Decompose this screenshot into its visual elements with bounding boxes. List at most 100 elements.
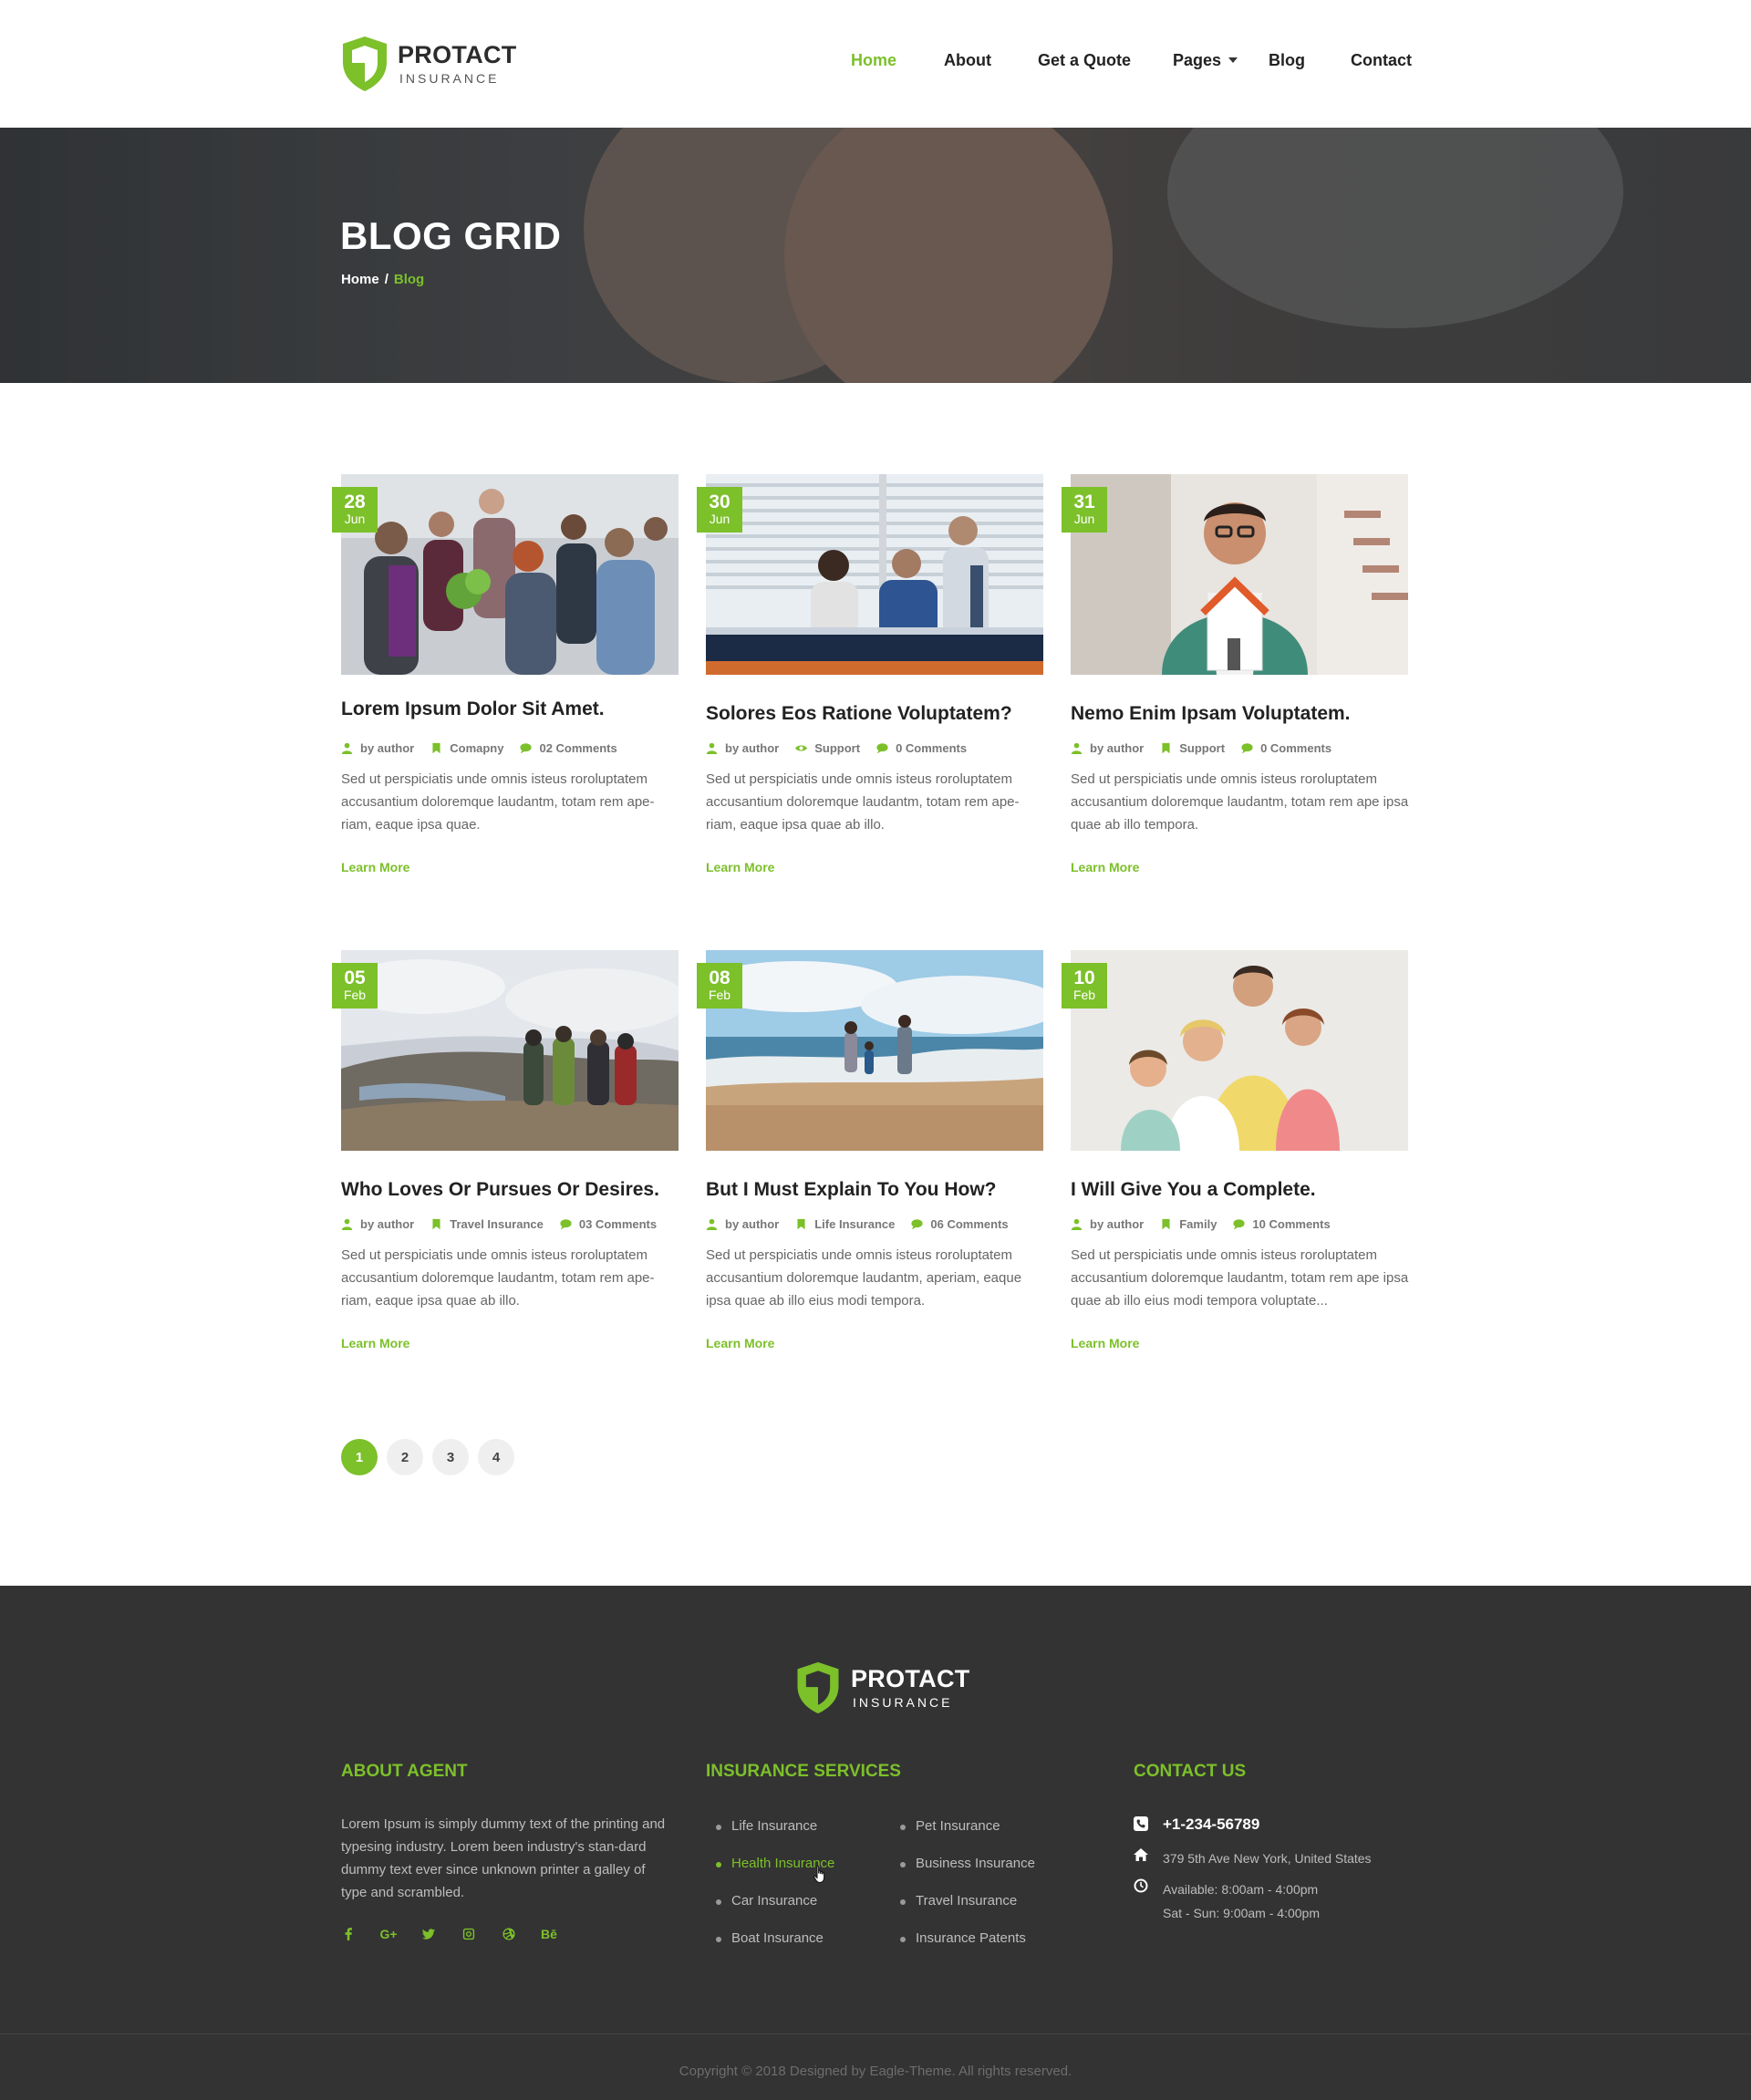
main-nav: Home About Get a Quote Pages Blog Contac… — [0, 51, 1751, 73]
meta-comments-label: 03 Comments — [578, 1217, 658, 1231]
date-day: 31 — [1073, 491, 1095, 512]
meta-author[interactable]: by author — [341, 741, 414, 755]
footer-logo[interactable]: PROTACT INSURANCE — [794, 1660, 970, 1715]
page-button-3[interactable]: 3 — [432, 1439, 469, 1475]
page-button-4[interactable]: 4 — [478, 1439, 514, 1475]
shield-logo-icon — [797, 1661, 839, 1714]
meta-comments[interactable]: 0 Comments — [876, 741, 967, 755]
blog-card-excerpt: Sed ut perspiciatis unde omnis isteus ro… — [341, 1247, 655, 1309]
learn-more-link[interactable]: Learn More — [706, 860, 774, 874]
meta-category[interactable]: Travel Insurance — [430, 1217, 544, 1231]
meta-comments-label: 10 Comments — [1252, 1217, 1331, 1231]
instagram-icon[interactable] — [461, 1927, 476, 1941]
meta-author[interactable]: by author — [1071, 741, 1144, 755]
breadcrumb-home-link[interactable]: Home — [341, 272, 379, 287]
clock-icon — [1134, 1878, 1148, 1893]
service-link-pet-insurance[interactable]: Pet Insurance — [900, 1818, 1000, 1834]
meta-comments-label: 02 Comments — [539, 741, 617, 755]
blog-card-image[interactable] — [341, 474, 679, 675]
home-icon — [1134, 1848, 1148, 1861]
meta-comments-label: 0 Comments — [1260, 741, 1332, 755]
page-button-1[interactable]: 1 — [341, 1439, 378, 1475]
meta-category[interactable]: Life Insurance — [795, 1217, 895, 1231]
blog-card-meta: by author Travel Insurance 03 Comments — [341, 1217, 688, 1231]
date-day: 28 — [344, 491, 366, 512]
blog-card-title[interactable]: I Will Give You a Complete. — [1071, 1179, 1417, 1201]
nav-item-contact[interactable]: Contact — [1351, 51, 1412, 70]
meta-category[interactable]: Support — [1160, 741, 1225, 755]
meta-author[interactable]: by author — [341, 1217, 414, 1231]
learn-more-link[interactable]: Learn More — [1071, 860, 1139, 874]
meta-category-label: Support — [814, 741, 861, 755]
user-icon — [706, 742, 718, 754]
learn-more-link[interactable]: Learn More — [706, 1336, 774, 1350]
nav-item-home[interactable]: Home — [851, 51, 896, 70]
nav-item-pages-label: Pages — [1173, 51, 1222, 69]
bookmark-icon — [797, 1218, 805, 1230]
comment-icon — [560, 1219, 572, 1230]
date-day: 08 — [709, 967, 730, 988]
blog-card-excerpt: Sed ut perspiciatis unde omnis isteus ro… — [1071, 771, 1409, 833]
meta-author[interactable]: by author — [706, 1217, 779, 1231]
contact-phone[interactable]: +1-234-56789 — [1134, 1816, 1259, 1834]
behance-icon[interactable]: Bē — [541, 1927, 557, 1941]
google-plus-icon[interactable]: G+ — [379, 1927, 397, 1941]
blog-card-title[interactable]: Solores Eos Ratione Voluptatem? — [706, 703, 1052, 725]
contact-hours: Available: 8:00am - 4:00pm Sat - Sun: 9:… — [1134, 1878, 1320, 1925]
brand-tagline: INSURANCE — [399, 71, 500, 86]
nav-item-get-a-quote[interactable]: Get a Quote — [1038, 51, 1131, 70]
service-link-business-insurance[interactable]: Business Insurance — [900, 1856, 1035, 1871]
service-link-life-insurance[interactable]: Life Insurance — [715, 1818, 817, 1834]
learn-more-link[interactable]: Learn More — [341, 1336, 409, 1350]
service-link-insurance-patents[interactable]: Insurance Patents — [900, 1930, 1026, 1946]
footer-divider — [0, 2033, 1751, 2034]
meta-author-label: by author — [360, 1217, 415, 1231]
twitter-icon[interactable] — [421, 1927, 436, 1941]
page-button-2[interactable]: 2 — [387, 1439, 423, 1475]
eye-icon — [795, 745, 808, 751]
blog-card-title[interactable]: Nemo Enim Ipsam Voluptatem. — [1071, 703, 1417, 725]
meta-author-label: by author — [360, 741, 415, 755]
page-title: BLOG GRID — [340, 214, 562, 257]
blog-card-title[interactable]: Who Loves Or Pursues Or Desires. — [341, 1179, 688, 1201]
meta-category[interactable]: Comapny — [430, 741, 503, 755]
breadcrumb-separator: / — [384, 272, 389, 287]
meta-comments[interactable]: 02 Comments — [520, 741, 617, 755]
blog-card-title[interactable]: Lorem Ipsum Dolor Sit Amet. — [341, 698, 688, 720]
blog-card-image[interactable] — [706, 950, 1043, 1151]
dribbble-icon[interactable] — [502, 1927, 516, 1941]
contact-heading: CONTACT US — [1134, 1762, 1247, 1781]
blog-card-excerpt: Sed ut perspiciatis unde omnis isteus ro… — [706, 771, 1020, 833]
blog-card-image[interactable] — [1071, 474, 1408, 675]
footer-brand-name: PROTACT — [851, 1665, 970, 1692]
blog-card-title[interactable]: But I Must Explain To You How? — [706, 1179, 1052, 1201]
meta-comments[interactable]: 06 Comments — [911, 1217, 1009, 1231]
nav-item-blog[interactable]: Blog — [1269, 51, 1305, 70]
footer-brand-tagline: INSURANCE — [853, 1695, 953, 1710]
service-link-travel-insurance[interactable]: Travel Insurance — [899, 1893, 1017, 1909]
meta-author[interactable]: by author — [1071, 1217, 1144, 1231]
service-link-car-insurance[interactable]: Car Insurance — [715, 1893, 817, 1909]
nav-item-about[interactable]: About — [944, 51, 991, 70]
learn-more-link[interactable]: Learn More — [341, 860, 409, 874]
phone-icon — [1134, 1816, 1148, 1831]
blog-card-image[interactable] — [341, 950, 679, 1151]
bookmark-icon — [1162, 1218, 1170, 1230]
meta-category[interactable]: Family — [1160, 1217, 1217, 1231]
learn-more-link[interactable]: Learn More — [1071, 1336, 1139, 1350]
meta-author-label: by author — [1090, 1217, 1145, 1231]
service-link-boat-insurance[interactable]: Boat Insurance — [716, 1930, 824, 1946]
meta-author[interactable]: by author — [706, 741, 779, 755]
nav-item-pages[interactable]: Pages — [1173, 51, 1238, 70]
meta-comments[interactable]: 03 Comments — [560, 1217, 657, 1231]
user-icon — [1071, 1218, 1083, 1230]
hikers-photo-image — [341, 950, 679, 1151]
facebook-icon[interactable] — [341, 1927, 356, 1941]
blog-card-excerpt: Sed ut perspiciatis unde omnis isteus ro… — [1071, 1247, 1409, 1309]
meta-category[interactable]: Support — [795, 741, 860, 755]
comment-icon — [911, 1219, 923, 1230]
blog-card-image[interactable] — [706, 474, 1043, 675]
blog-card-image[interactable] — [1071, 950, 1408, 1151]
meta-comments[interactable]: 10 Comments — [1233, 1217, 1331, 1231]
meta-comments[interactable]: 0 Comments — [1241, 741, 1331, 755]
